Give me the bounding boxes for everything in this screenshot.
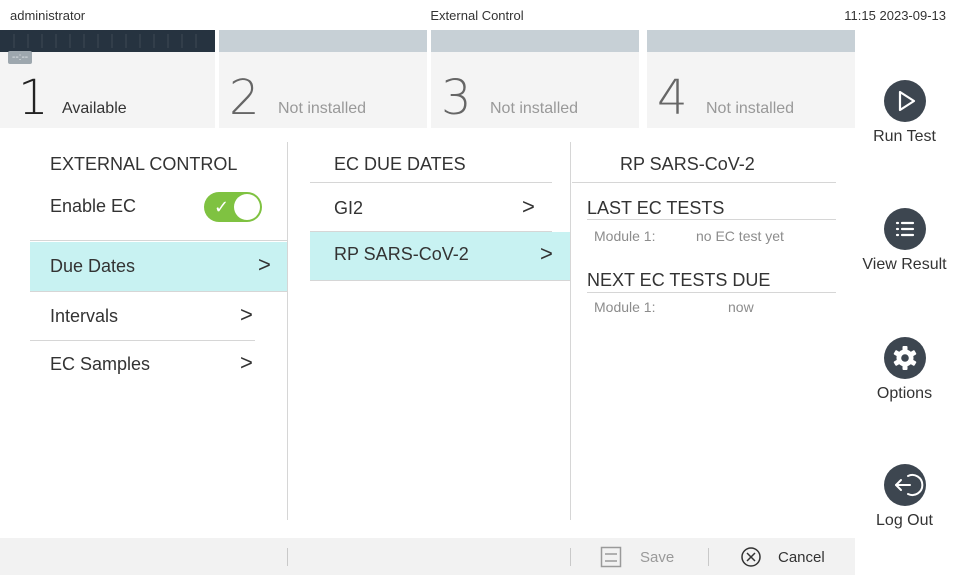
- save-label: Save: [640, 549, 675, 566]
- module-tab-1[interactable]: --:-- 1 Available: [0, 30, 215, 128]
- next-ec-module-key: Module 1:: [594, 299, 656, 315]
- detail-header: RP SARS-CoV-2: [620, 154, 755, 174]
- due-date-item-gi2[interactable]: GI2 >: [290, 184, 570, 234]
- sidebar-item-ec-samples[interactable]: EC Samples >: [30, 340, 287, 390]
- module-number: 3: [441, 70, 472, 126]
- due-date-item-label: GI2: [334, 198, 364, 218]
- circle-x-icon: [741, 547, 761, 567]
- next-ec-tests-due-title: NEXT EC TESTS DUE: [587, 270, 771, 290]
- list-icon: [883, 208, 926, 250]
- module-state: Not installed: [278, 100, 367, 117]
- module-tabs: --:-- 1 Available 2 Not installed 3 Not …: [0, 30, 855, 128]
- module-number: 2: [229, 70, 260, 126]
- next-ec-module-value: now: [728, 299, 754, 315]
- view-result-label: View Result: [862, 256, 947, 273]
- chevron-right-icon: >: [258, 252, 271, 277]
- chevron-right-icon: >: [522, 194, 535, 219]
- due-date-item-label: RP SARS-CoV-2: [334, 244, 469, 264]
- menu-item-label: EC Samples: [50, 354, 151, 374]
- enable-ec-row: Enable EC ✓: [30, 182, 287, 232]
- chevron-right-icon: >: [240, 302, 253, 327]
- cancel-button[interactable]: Cancel: [740, 546, 840, 568]
- options-button[interactable]: Options: [855, 337, 954, 403]
- log-out-label: Log Out: [876, 512, 933, 529]
- module-number: 4: [657, 70, 688, 126]
- module-state: Not installed: [490, 100, 579, 117]
- menu-item-label: Intervals: [50, 306, 119, 326]
- enable-ec-toggle[interactable]: ✓: [204, 192, 262, 222]
- module-tab-3[interactable]: 3 Not installed: [431, 30, 639, 128]
- last-ec-module-value: no EC test yet: [696, 228, 784, 244]
- module-tab-2[interactable]: 2 Not installed: [219, 30, 427, 128]
- module-timer: --:--: [8, 51, 33, 64]
- due-date-item-rp-sars-cov-2[interactable]: RP SARS-CoV-2 >: [310, 232, 570, 280]
- view-result-button[interactable]: View Result: [855, 208, 954, 274]
- play-icon: [883, 80, 926, 122]
- status-bar: administrator External Control 11:15 202…: [0, 0, 954, 30]
- module-number: 1: [18, 70, 49, 126]
- action-sidebar: Run Test View Result Options Log Out: [855, 30, 954, 575]
- module-state: Available: [62, 100, 127, 117]
- ec-due-dates-header: EC DUE DATES: [334, 154, 466, 174]
- screen-title: External Control: [430, 8, 524, 23]
- main-panel: EXTERNAL CONTROL Enable EC ✓ Due Dates >…: [0, 128, 855, 538]
- check-icon: ✓: [214, 197, 230, 217]
- last-ec-tests-title: LAST EC TESTS: [587, 198, 725, 218]
- external-control-header: EXTERNAL CONTROL: [50, 154, 238, 174]
- bottom-action-bar: Save Cancel: [0, 538, 855, 575]
- gear-icon: [883, 337, 926, 379]
- chevron-right-icon: >: [240, 350, 253, 375]
- logout-arrow-icon: [883, 464, 926, 506]
- floppy-disk-icon: [600, 546, 622, 568]
- cancel-label: Cancel: [778, 549, 825, 566]
- log-out-button[interactable]: Log Out: [855, 464, 954, 530]
- run-test-label: Run Test: [873, 128, 936, 145]
- save-button[interactable]: Save: [600, 546, 700, 568]
- module-tab-4[interactable]: 4 Not installed: [647, 30, 855, 128]
- menu-item-label: Due Dates: [50, 256, 136, 276]
- run-test-button[interactable]: Run Test: [855, 80, 954, 146]
- module-progress-strip: [0, 30, 215, 52]
- sidebar-item-intervals[interactable]: Intervals >: [30, 292, 287, 342]
- enable-ec-label: Enable EC: [50, 196, 137, 216]
- module-state: Not installed: [706, 100, 795, 117]
- chevron-right-icon: >: [540, 241, 553, 266]
- sidebar-item-due-dates[interactable]: Due Dates >: [30, 242, 287, 292]
- clock: 11:15 2023-09-13: [844, 8, 946, 23]
- last-ec-module-key: Module 1:: [594, 228, 656, 244]
- options-label: Options: [876, 385, 933, 402]
